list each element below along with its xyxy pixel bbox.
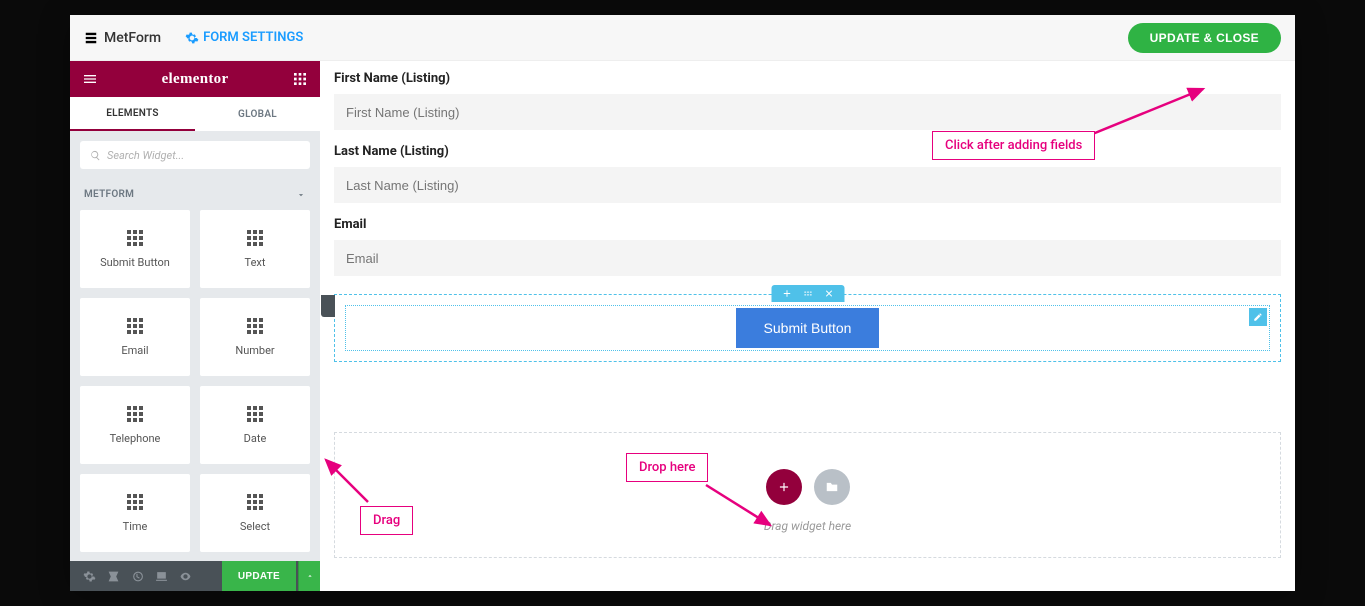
submit-inner: Submit Button — [345, 305, 1270, 351]
field-email: Email — [334, 217, 1281, 276]
annotation-drop-here: Drop here — [626, 453, 708, 482]
responsive-icon-button[interactable] — [150, 565, 172, 587]
arrow-drag — [320, 454, 376, 510]
section-controls — [771, 285, 844, 302]
widget-time[interactable]: Time — [80, 474, 190, 552]
field-label: Email — [334, 217, 1281, 232]
widget-label: Time — [123, 520, 148, 533]
grid-icon[interactable] — [292, 71, 308, 87]
preview-icon-button[interactable] — [174, 565, 196, 587]
widget-label: Date — [244, 432, 267, 445]
update-button[interactable]: UPDATE — [222, 561, 296, 591]
widget-label: Telephone — [110, 432, 161, 445]
drag-dots-icon[interactable] — [802, 288, 813, 299]
field-last-name: Last Name (Listing) — [334, 144, 1281, 203]
plus-icon[interactable] — [781, 288, 792, 299]
last-name-input[interactable] — [334, 167, 1281, 203]
edit-handle[interactable] — [1249, 308, 1267, 326]
search-icon — [90, 150, 101, 161]
widget-telephone[interactable]: Telephone — [80, 386, 190, 464]
widget-email[interactable]: Email — [80, 298, 190, 376]
metform-icon — [84, 31, 98, 45]
widget-label: Submit Button — [100, 256, 170, 269]
canvas: First Name (Listing) Last Name (Listing)… — [320, 61, 1295, 591]
email-input[interactable] — [334, 240, 1281, 276]
navigator-icon-button[interactable] — [102, 565, 124, 587]
form-settings-label: FORM SETTINGS — [203, 30, 303, 45]
accordion-metform[interactable]: METFORM — [70, 179, 320, 210]
submit-button[interactable]: Submit Button — [736, 308, 880, 348]
gear-icon — [185, 31, 199, 45]
widget-select[interactable]: Select — [200, 474, 310, 552]
widget-number[interactable]: Number — [200, 298, 310, 376]
elementor-brand: elementor — [162, 71, 229, 88]
form-settings-link[interactable]: FORM SETTINGS — [185, 30, 303, 45]
close-icon[interactable] — [823, 288, 834, 299]
field-label: Last Name (Listing) — [334, 144, 1281, 159]
sidebar-footer: UPDATE — [70, 561, 320, 591]
widget-submit-button[interactable]: Submit Button — [80, 210, 190, 288]
widget-date[interactable]: Date — [200, 386, 310, 464]
tab-elements[interactable]: ELEMENTS — [70, 97, 195, 131]
metform-logo: MetForm — [84, 30, 161, 46]
search-placeholder: Search Widget... — [107, 149, 184, 162]
widget-text[interactable]: Text — [200, 210, 310, 288]
template-button[interactable] — [814, 469, 850, 505]
annotation-drag: Drag — [360, 506, 413, 535]
settings-icon-button[interactable] — [78, 565, 100, 587]
annotation-click-after: Click after adding fields — [932, 131, 1095, 160]
widget-grid: Submit Button Text Email Number Telephon… — [70, 210, 320, 561]
top-bar: MetForm FORM SETTINGS UPDATE & CLOSE — [70, 15, 1295, 61]
sidebar-tabs: ELEMENTS GLOBAL — [70, 97, 320, 131]
widget-label: Email — [121, 344, 148, 357]
accordion-label: METFORM — [84, 189, 134, 200]
submit-section[interactable]: Submit Button — [334, 294, 1281, 362]
body-row: elementor ELEMENTS GLOBAL Search Widget.… — [70, 61, 1295, 591]
update-caret-button[interactable] — [298, 561, 320, 591]
arrow-update-close — [1085, 83, 1215, 139]
modal: MetForm FORM SETTINGS UPDATE & CLOSE ele… — [70, 15, 1295, 591]
update-close-button[interactable]: UPDATE & CLOSE — [1128, 23, 1281, 53]
sidebar-header: elementor — [70, 61, 320, 97]
chevron-down-icon — [296, 190, 306, 200]
hamburger-icon[interactable] — [82, 71, 98, 87]
drag-handle[interactable] — [321, 295, 335, 317]
widget-label: Select — [240, 520, 270, 533]
history-icon-button[interactable] — [126, 565, 148, 587]
app-name: MetForm — [104, 30, 161, 46]
drop-zone[interactable]: Drag widget here — [334, 432, 1281, 558]
arrow-drop-here — [700, 479, 780, 533]
search-input[interactable]: Search Widget... — [80, 141, 310, 169]
tab-global[interactable]: GLOBAL — [195, 97, 320, 131]
widget-label: Number — [235, 344, 274, 357]
sidebar: elementor ELEMENTS GLOBAL Search Widget.… — [70, 61, 320, 591]
search-wrap: Search Widget... — [70, 131, 320, 179]
widget-label: Text — [245, 256, 266, 269]
